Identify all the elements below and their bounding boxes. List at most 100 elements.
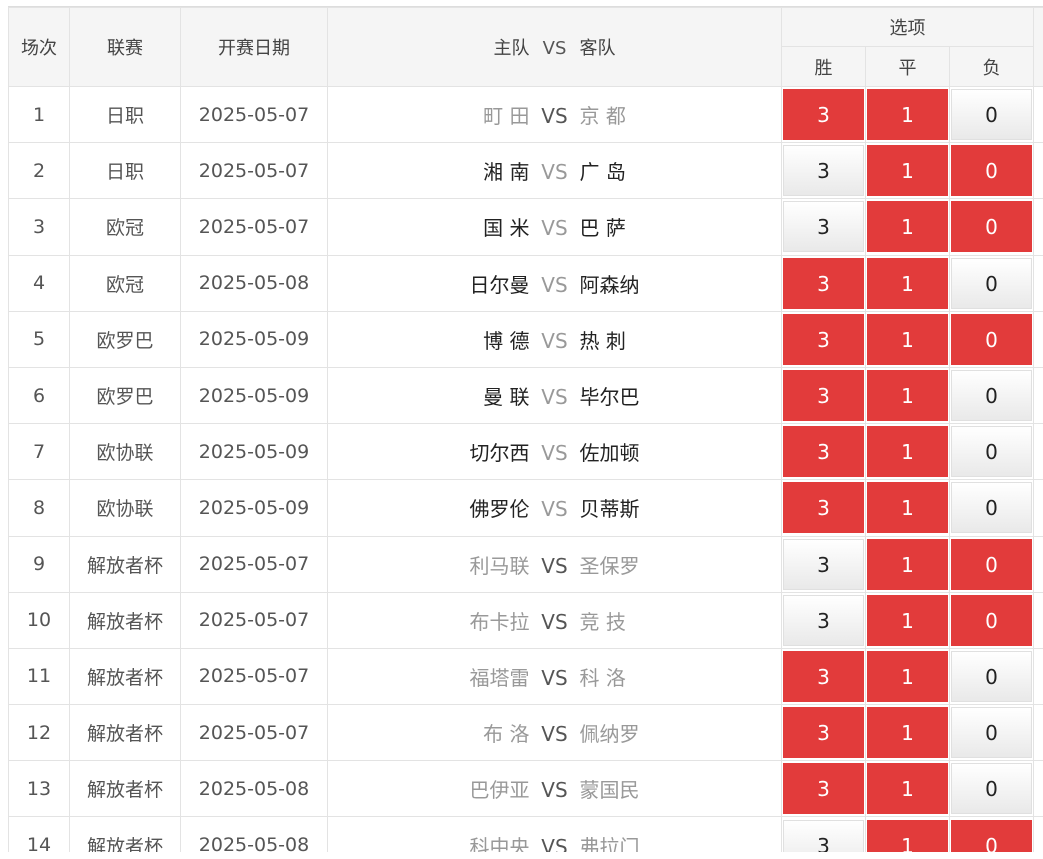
match-date: 2025-05-08 <box>180 816 328 852</box>
option-lose-button[interactable]: 0 <box>951 89 1033 141</box>
option-lose-button[interactable]: 0 <box>951 707 1033 759</box>
option-win-button[interactable]: 3 <box>783 201 864 253</box>
match-date: 2025-05-08 <box>180 254 328 312</box>
option-draw-button[interactable]: 1 <box>867 538 948 590</box>
table-row: 2 日职 2025-05-07 湘 南 VS 广 岛 310 <box>8 142 1043 200</box>
option-win-button[interactable]: 3 <box>783 370 864 422</box>
option-lose-cell: 0 <box>948 760 1035 818</box>
option-win-button[interactable]: 3 <box>783 538 864 590</box>
away-team: 科 洛 <box>579 665 626 690</box>
table-row: 3 欧冠 2025-05-07 国 米 VS 巴 萨310 <box>8 198 1043 256</box>
option-win-button[interactable]: 3 <box>783 650 864 702</box>
match-index: 11 <box>8 647 70 706</box>
option-draw-button[interactable]: 1 <box>867 650 948 702</box>
option-lose-button[interactable]: 0 <box>951 426 1033 478</box>
home-team: 布 洛 <box>483 722 530 747</box>
table-row: 4 欧冠 2025-05-08 日尔曼 VS 阿森纳 3 1 0 <box>8 254 1043 312</box>
option-lose-button[interactable]: 0 <box>951 538 1033 590</box>
row-spacer <box>1033 704 1043 762</box>
option-win-button[interactable]: 3 <box>783 819 864 852</box>
option-win-button[interactable]: 3 <box>783 145 864 197</box>
header-vs: VS <box>542 38 567 59</box>
option-lose-button[interactable]: 0 <box>951 594 1033 646</box>
option-win-button[interactable]: 3 <box>783 313 864 365</box>
match-date: 2025-05-08 <box>180 760 328 818</box>
match-table-container: 场次 联赛 开赛日期 主队 VS 客队 选项 胜 平 负 1 日职 2025-05-07… <box>8 6 1043 852</box>
option-draw-button[interactable]: 1 <box>867 145 948 197</box>
option-lose-button[interactable]: 0 <box>951 482 1033 534</box>
match-date: 2025-05-07 <box>180 85 328 144</box>
option-draw-button[interactable]: 1 <box>867 201 948 253</box>
home-team: 佛罗伦 <box>469 497 530 522</box>
row-spacer <box>1033 535 1043 593</box>
option-draw-button[interactable]: 1 <box>867 426 948 478</box>
row-spacer <box>1033 423 1043 481</box>
option-draw-button[interactable]: 1 <box>867 482 948 534</box>
option-win-button[interactable]: 3 <box>783 482 864 534</box>
option-lose-cell: 0 <box>948 591 1035 649</box>
home-team: 巴伊亚 <box>469 778 530 803</box>
option-draw-button[interactable]: 1 <box>867 594 948 646</box>
option-draw-cell: 1 <box>865 254 950 312</box>
option-win-cell: 3 <box>781 310 866 368</box>
option-lose-button[interactable]: 0 <box>951 819 1033 852</box>
row-spacer <box>1033 366 1043 425</box>
vs-label: VS <box>541 834 568 852</box>
match-index: 3 <box>8 198 70 256</box>
match-index: 13 <box>8 760 70 818</box>
option-lose-button[interactable]: 0 <box>951 145 1033 197</box>
option-lose-button[interactable]: 0 <box>951 201 1033 253</box>
option-lose-button[interactable]: 0 <box>951 650 1033 702</box>
header-date: 开赛日期 <box>180 7 328 87</box>
header-opt-win: 胜 <box>781 46 866 87</box>
match-teams: 曼 联 VS 毕尔巴 <box>327 366 782 425</box>
option-win-button[interactable]: 3 <box>783 594 864 646</box>
option-lose-button[interactable]: 0 <box>951 370 1033 422</box>
option-lose-button[interactable]: 0 <box>951 257 1033 309</box>
match-teams: 湘 南 VS 广 岛 <box>327 142 782 200</box>
option-draw-button[interactable]: 1 <box>867 89 948 141</box>
option-lose-button[interactable]: 0 <box>951 763 1033 815</box>
option-draw-button[interactable]: 1 <box>867 707 948 759</box>
option-draw-cell: 1 <box>865 647 950 706</box>
option-win-button[interactable]: 3 <box>783 426 864 478</box>
option-lose-cell: 0 <box>948 816 1035 852</box>
match-date: 2025-05-07 <box>180 142 328 200</box>
league-name: 解放者杯 <box>69 816 181 852</box>
match-date: 2025-05-07 <box>180 198 328 256</box>
option-win-button[interactable]: 3 <box>783 89 864 141</box>
match-teams: 佛罗伦 VS 贝蒂斯 <box>327 479 782 537</box>
option-draw-cell: 1 <box>865 591 950 649</box>
vs-label: VS <box>541 216 568 241</box>
league-name: 解放者杯 <box>69 760 181 818</box>
option-draw-cell: 1 <box>865 479 950 537</box>
header-opt-draw: 平 <box>865 46 950 87</box>
option-lose-button[interactable]: 0 <box>951 313 1033 365</box>
header-league: 联赛 <box>69 7 181 87</box>
option-lose-cell: 0 <box>948 535 1035 593</box>
home-team: 福塔雷 <box>469 665 530 690</box>
row-spacer <box>1033 760 1043 818</box>
home-team: 博 德 <box>483 328 530 353</box>
option-draw-button[interactable]: 1 <box>867 313 948 365</box>
option-draw-button[interactable]: 1 <box>867 257 948 309</box>
match-date: 2025-05-09 <box>180 310 328 368</box>
table-row: 8 欧协联 2025-05-09 佛罗伦 VS 贝蒂斯 3 1 0 <box>8 479 1043 537</box>
vs-label: VS <box>541 609 568 634</box>
option-draw-cell: 1 <box>865 310 950 368</box>
match-date: 2025-05-07 <box>180 647 328 706</box>
option-draw-button[interactable]: 1 <box>867 819 948 852</box>
table-row: 1 日职 2025-05-07 町 田 VS 京 都310 <box>8 85 1043 144</box>
option-draw-button[interactable]: 1 <box>867 370 948 422</box>
row-spacer <box>1033 647 1043 706</box>
option-win-button[interactable]: 3 <box>783 763 864 815</box>
league-name: 欧罗巴 <box>69 310 181 368</box>
league-name: 欧冠 <box>69 254 181 312</box>
row-spacer <box>1033 254 1043 312</box>
option-win-cell: 3 <box>781 647 866 706</box>
option-draw-cell: 1 <box>865 760 950 818</box>
option-win-button[interactable]: 3 <box>783 707 864 759</box>
option-draw-button[interactable]: 1 <box>867 763 948 815</box>
option-win-button[interactable]: 3 <box>783 257 864 309</box>
option-draw-cell: 1 <box>865 816 950 852</box>
